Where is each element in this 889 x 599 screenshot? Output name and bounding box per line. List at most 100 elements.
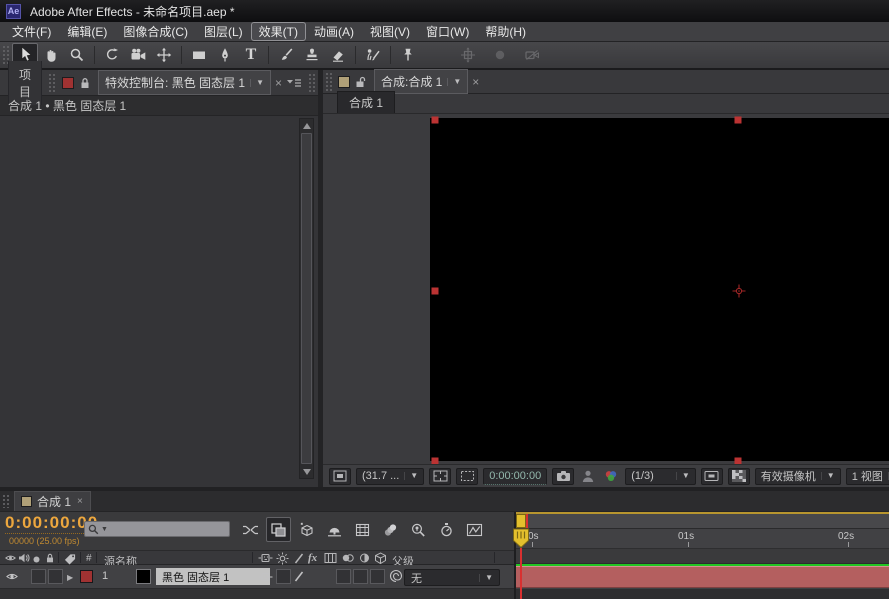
active-camera-dropdown[interactable]: 有效摄像机▼ <box>755 468 841 485</box>
menu-help[interactable]: 帮助(H) <box>477 22 534 41</box>
navigator-time-marker[interactable] <box>516 514 526 528</box>
local-axis-mode-icon[interactable] <box>455 43 481 67</box>
label-column-tag-icon[interactable] <box>63 552 77 565</box>
search-preview-button[interactable] <box>406 517 431 542</box>
fast-preview-button[interactable] <box>701 468 723 485</box>
menu-effect[interactable]: 效果(T) <box>251 22 306 41</box>
close-tab-icon[interactable]: × <box>76 497 84 507</box>
search-input[interactable] <box>110 524 226 535</box>
graph-editor-button[interactable] <box>462 517 487 542</box>
3d-switch-cell[interactable] <box>370 569 385 584</box>
anchor-point-crosshair[interactable] <box>731 283 747 299</box>
frame-blend-switch-cell[interactable] <box>336 569 351 584</box>
layer-quality-switch[interactable] <box>293 570 305 583</box>
zoom-level-dropdown[interactable]: (31.7 ...▼ <box>356 468 424 485</box>
video-column-eye-icon[interactable] <box>4 552 17 564</box>
camera-tool-button[interactable] <box>125 43 151 67</box>
brainstorm-button[interactable] <box>378 517 403 542</box>
time-ruler[interactable]: 0s 01s 02s <box>516 529 889 549</box>
3d-column-cube-icon[interactable] <box>374 552 387 565</box>
close-panel-icon[interactable]: × <box>271 77 286 89</box>
world-axis-mode-icon[interactable] <box>487 43 513 67</box>
layer-handle-top-center[interactable] <box>735 117 742 124</box>
chevron-down-icon[interactable]: ▼ <box>479 574 493 582</box>
layer-handle-top-left[interactable] <box>432 117 439 124</box>
quality-column-icon[interactable] <box>293 552 305 565</box>
layer-shy-switch[interactable] <box>258 571 273 583</box>
eraser-tool-button[interactable] <box>325 43 351 67</box>
parent-pickwhip-icon[interactable] <box>389 569 403 583</box>
index-column-label[interactable]: # <box>86 553 92 564</box>
chevron-down-icon[interactable]: ▼ <box>447 78 461 86</box>
vertical-scrollbar[interactable] <box>299 118 314 479</box>
show-snapshot-icon[interactable] <box>579 468 597 485</box>
layer-handle-mid-left[interactable] <box>432 288 439 295</box>
clone-stamp-tool-button[interactable] <box>299 43 325 67</box>
panel-menu-icon[interactable] <box>286 77 302 89</box>
solo-switch-cell[interactable] <box>48 569 63 584</box>
layer-duration-bar[interactable] <box>516 566 889 588</box>
motion-blur-switch-cell[interactable] <box>353 569 368 584</box>
layer-label-color[interactable] <box>80 570 93 583</box>
mini-flowchart-button[interactable] <box>238 517 263 542</box>
brush-tool-button[interactable] <box>273 43 299 67</box>
text-tool-button[interactable]: T <box>238 43 264 67</box>
effect-controls-content[interactable] <box>0 116 318 487</box>
search-options-icon[interactable]: ▼ <box>101 526 108 533</box>
menu-composition[interactable]: 图像合成(C) <box>115 22 196 41</box>
panel-grip[interactable] <box>48 73 56 93</box>
current-time-line[interactable] <box>520 548 522 599</box>
close-panel-icon[interactable]: × <box>468 76 483 88</box>
parent-dropdown[interactable]: 无 ▼ <box>404 569 500 586</box>
collapse-switch-cell[interactable] <box>276 569 291 584</box>
viewer-tab-comp1[interactable]: 合成 1 <box>337 91 395 113</box>
timeline-search-box[interactable]: ▼ <box>84 521 230 537</box>
chevron-down-icon[interactable]: ▼ <box>404 472 418 480</box>
solid-color-thumbnail[interactable] <box>136 569 151 584</box>
grid-guides-button[interactable] <box>329 468 351 485</box>
panel-grip[interactable] <box>325 72 333 92</box>
scroll-down-button[interactable] <box>300 465 313 478</box>
resolution-dropdown[interactable]: (1/3)▼ <box>625 468 696 485</box>
adjustment-column-icon[interactable] <box>358 552 371 564</box>
chevron-down-icon[interactable]: ▼ <box>821 472 835 480</box>
layer-row[interactable]: ▶ 1 黑色 固态层 1 无 ▼ <box>0 565 514 589</box>
viewer-timecode[interactable]: 0:00:00:00 <box>483 468 547 485</box>
lock-column-icon[interactable] <box>44 552 56 564</box>
safe-margins-button[interactable] <box>429 468 451 485</box>
zoom-tool-button[interactable] <box>64 43 90 67</box>
time-navigator[interactable] <box>516 514 889 529</box>
rotation-tool-button[interactable] <box>99 43 125 67</box>
black-solid-layer[interactable] <box>430 118 889 461</box>
solo-column-icon[interactable] <box>32 555 41 564</box>
scrollbar-thumb[interactable] <box>301 133 312 464</box>
draft-3d-button[interactable] <box>294 517 319 542</box>
frame-blend-column-icon[interactable] <box>324 552 337 564</box>
scroll-up-button[interactable] <box>300 119 313 132</box>
menu-window[interactable]: 窗口(W) <box>418 22 477 41</box>
chevron-down-icon[interactable]: ▼ <box>676 472 690 480</box>
motion-blur-button[interactable] <box>350 517 375 542</box>
show-channels-icon[interactable] <box>602 468 620 485</box>
audio-switch-cell[interactable] <box>31 569 46 584</box>
rectangle-tool-button[interactable] <box>186 43 212 67</box>
chevron-down-icon[interactable]: ▼ <box>250 79 264 87</box>
motion-blur-column-icon[interactable] <box>341 552 355 564</box>
pan-behind-tool-button[interactable] <box>151 43 177 67</box>
shy-column-icon[interactable] <box>258 552 273 564</box>
menu-animation[interactable]: 动画(A) <box>306 22 362 41</box>
expand-layer-arrow[interactable]: ▶ <box>67 573 73 582</box>
transparency-grid-button[interactable] <box>728 468 750 485</box>
menu-layer[interactable]: 图层(L) <box>196 22 251 41</box>
menu-view[interactable]: 视图(V) <box>362 22 418 41</box>
view-layout-dropdown[interactable]: 1 视图▼ <box>846 468 889 485</box>
view-axis-mode-icon[interactable] <box>519 43 545 67</box>
layer-name[interactable]: 黑色 固态层 1 <box>156 568 270 585</box>
roto-brush-tool-button[interactable] <box>360 43 386 67</box>
current-time-indicator[interactable] <box>512 528 530 549</box>
tab-timeline-comp1[interactable]: 合成 1 × <box>14 491 91 511</box>
audio-column-speaker-icon[interactable] <box>18 552 30 564</box>
layer-visibility-eye-icon[interactable] <box>5 570 19 583</box>
menu-file[interactable]: 文件(F) <box>4 22 59 41</box>
puppet-pin-tool-button[interactable] <box>395 43 421 67</box>
